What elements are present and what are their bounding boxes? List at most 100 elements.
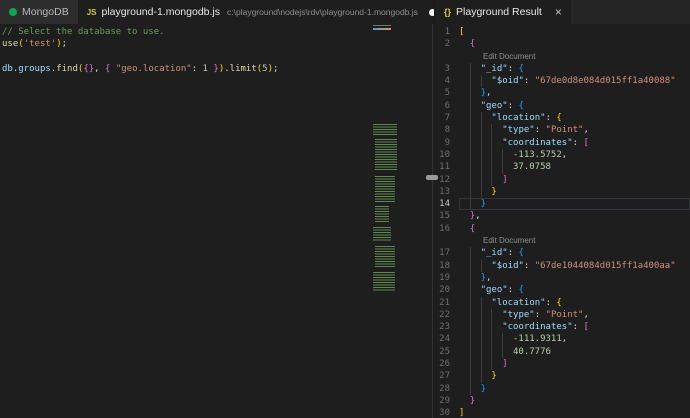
indent-guide <box>470 124 481 136</box>
code-token: : <box>508 248 519 258</box>
line-number: 5 <box>433 87 459 99</box>
indent-guide <box>459 87 470 99</box>
line-number: 27 <box>433 370 459 382</box>
result-line: 17"_id": { <box>433 247 690 259</box>
code-token: { <box>556 113 561 123</box>
code-token: groups <box>18 64 51 74</box>
line-number: 14 <box>433 198 459 210</box>
result-line: 5}, <box>433 87 690 99</box>
splitter-handle[interactable] <box>426 175 438 180</box>
indent-guide <box>459 124 470 136</box>
edit-document-link[interactable]: Edit Document <box>483 52 535 61</box>
code-token: : <box>508 101 519 111</box>
indent-guide <box>481 161 492 173</box>
code-token: 'test' <box>24 39 57 49</box>
result-line: 8"type": "Point", <box>433 124 690 136</box>
result-line: 27} <box>433 370 690 382</box>
line-number: 10 <box>433 149 459 161</box>
tab-playground-path: c:\playground\nodejs\rdv\playground-1.mo… <box>227 7 418 17</box>
indent-guide <box>470 112 481 124</box>
result-line: 21"location": { <box>433 297 690 309</box>
indent-guide <box>459 223 470 235</box>
code-token: "_id" <box>481 248 508 258</box>
indent-guide <box>470 87 481 99</box>
indent-guide <box>470 161 481 173</box>
code-token: , <box>94 64 105 74</box>
code-token: , <box>486 273 491 283</box>
indent-guide <box>481 174 492 186</box>
indent-guide <box>459 174 470 186</box>
indent-guide <box>459 272 470 284</box>
code-token: { <box>556 298 561 308</box>
code-token: , <box>583 125 588 135</box>
result-line: 26] <box>433 358 690 370</box>
vscode-window: MongoDB JS playground-1.mongodb.js c:\pl… <box>0 0 690 418</box>
line-number: 24 <box>433 333 459 345</box>
line-content: } <box>459 186 690 198</box>
playground-editor-pane[interactable]: // Select the database to use.use('test'… <box>0 24 433 418</box>
code-token: -113.5752 <box>513 150 562 160</box>
indent-guide <box>459 247 470 259</box>
tab-playground-label: playground-1.mongodb.js <box>102 6 221 18</box>
indent-guide <box>459 75 470 87</box>
playground-result-pane[interactable]: 1[2{Edit Document3"_id": {4"$oid": "67de… <box>433 24 690 418</box>
line-content: "type": "Point", <box>459 309 690 321</box>
code-token: { <box>519 64 524 74</box>
code-token: : <box>573 322 584 332</box>
code-token: "$oid" <box>491 261 524 271</box>
line-content: "coordinates": [ <box>459 321 690 333</box>
code-line: db.groups.find({}, { "geo.location": 1 }… <box>2 63 432 75</box>
result-json: 1[2{Edit Document3"_id": {4"$oid": "67de… <box>433 26 690 418</box>
line-content: -111.9311, <box>459 333 690 345</box>
line-number: 20 <box>433 284 459 296</box>
indent-guide <box>491 321 502 333</box>
tab-playground-file[interactable]: JS playground-1.mongodb.js c:\playground… <box>78 0 445 24</box>
code-token: } <box>481 384 486 394</box>
line-number: 19 <box>433 272 459 284</box>
close-tab-icon[interactable]: × <box>555 6 562 18</box>
code-token: : <box>524 261 535 271</box>
indent-guide <box>481 333 492 345</box>
code-token: } <box>470 396 475 406</box>
indent-guide <box>459 358 470 370</box>
line-content: -113.5752, <box>459 149 690 161</box>
code-token: , <box>475 211 480 221</box>
line-number: 1 <box>433 26 459 38</box>
edit-document-link[interactable]: Edit Document <box>483 236 535 245</box>
indent-guide <box>491 174 502 186</box>
indent-guide <box>481 112 492 124</box>
indent-guide <box>459 297 470 309</box>
code-token: ] <box>502 175 507 185</box>
indent-guide <box>470 272 481 284</box>
code-token: { <box>105 64 116 74</box>
codelens-row: Edit Document <box>433 235 690 247</box>
indent-guide <box>459 284 470 296</box>
indent-guide <box>470 284 481 296</box>
tab-playground-result[interactable]: {} Playground Result × <box>435 0 571 24</box>
code-token: -111.9311 <box>513 334 562 344</box>
line-number: 17 <box>433 247 459 259</box>
indent-guide <box>470 186 481 198</box>
line-content: "geo": { <box>459 284 690 296</box>
code-token: : <box>508 64 519 74</box>
tab-mongodb[interactable]: MongoDB <box>0 0 78 24</box>
result-line: 23"coordinates": [ <box>433 321 690 333</box>
line-content: "geo": { <box>459 100 690 112</box>
indent-guide <box>481 260 492 272</box>
code-token: : <box>546 113 557 123</box>
code-token: } <box>208 64 219 74</box>
indent-guide <box>481 137 492 149</box>
indent-guide <box>491 137 502 149</box>
code-token: [ <box>583 322 588 332</box>
line-number: 3 <box>433 63 459 75</box>
minimap[interactable] <box>371 24 399 418</box>
code-token: } <box>491 187 496 197</box>
code-token: ] <box>502 359 507 369</box>
result-line: 3"_id": { <box>433 63 690 75</box>
line-content: "_id": { <box>459 63 690 75</box>
indent-guide <box>459 112 470 124</box>
line-number: 30 <box>433 407 459 418</box>
indent-guide <box>459 383 470 395</box>
indent-guide <box>470 63 481 75</box>
indent-guide <box>470 247 481 259</box>
